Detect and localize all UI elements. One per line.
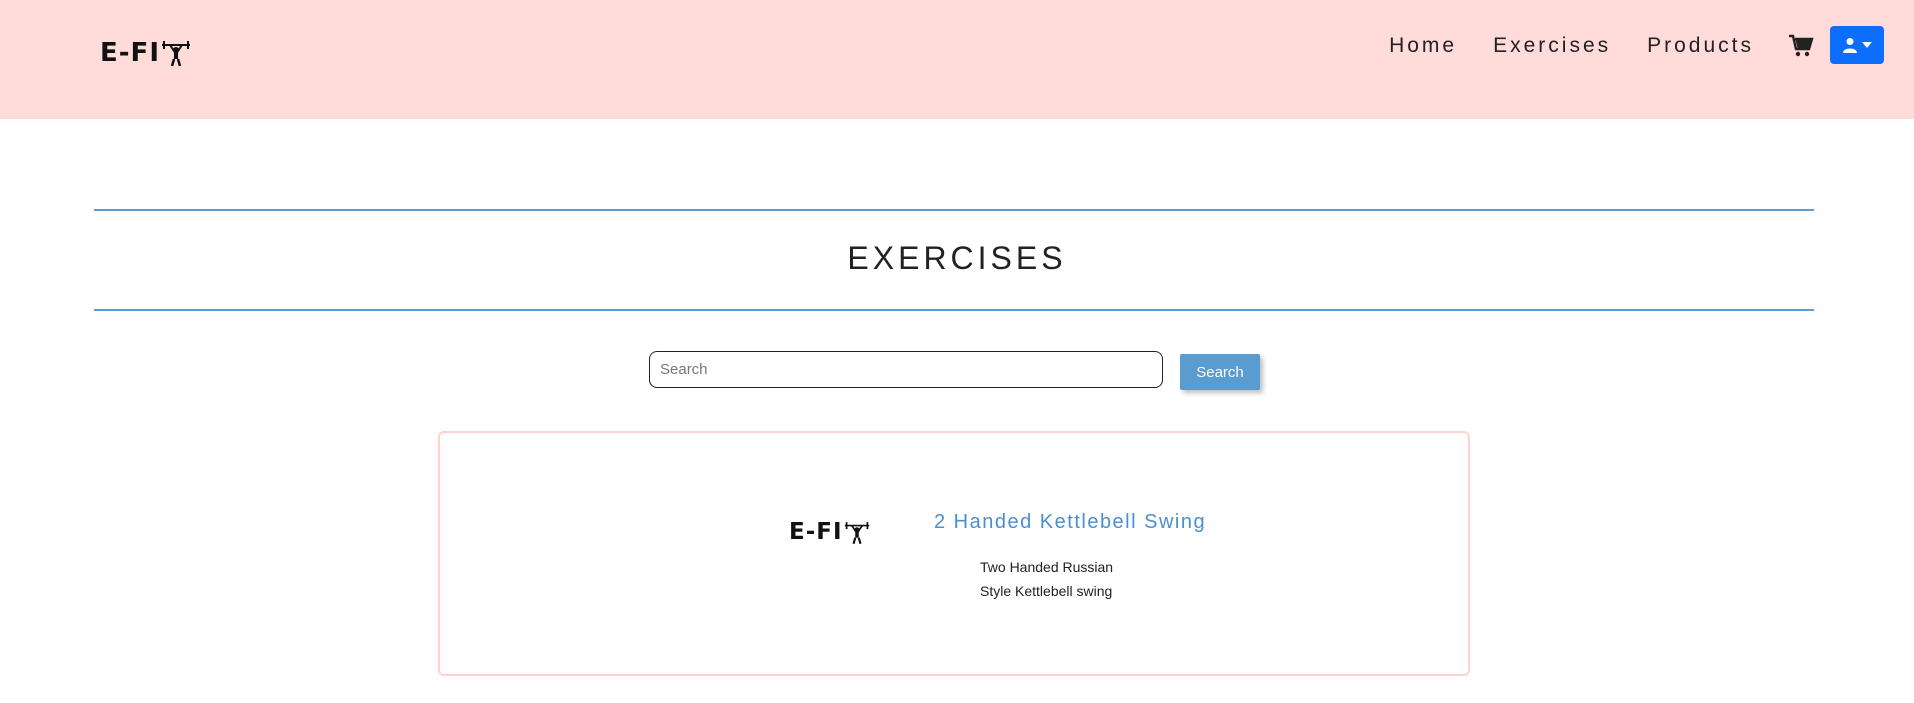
caret-down-icon — [1862, 42, 1872, 48]
user-menu-button[interactable] — [1830, 26, 1884, 64]
exercise-description: Two Handed Russian Style Kettlebell swin… — [980, 559, 1114, 599]
nav-exercises[interactable]: Exercises — [1493, 32, 1611, 60]
title-bottom-divider — [94, 309, 1814, 311]
search-button[interactable]: Search — [1180, 354, 1260, 390]
exercise-title-link[interactable]: 2 Handed Kettlebell Swing — [934, 511, 1206, 534]
exercise-card[interactable]: E-FI 2 Handed Kettlebell Swing Two Hande… — [438, 431, 1470, 676]
search-input[interactable] — [649, 351, 1163, 388]
navbar: E-FI Home Exercises Products — [0, 0, 1914, 119]
main-nav: Home Exercises Products — [1353, 32, 1754, 60]
exercise-logo-text: E-FI — [789, 519, 843, 545]
weightlifter-icon — [844, 521, 869, 544]
shopping-cart-icon[interactable] — [1788, 34, 1814, 58]
brand-logo[interactable]: E-FI — [100, 38, 191, 68]
page-title: EXERCISES — [847, 240, 1067, 276]
logo-text: E-FI — [100, 38, 160, 68]
nav-products[interactable]: Products — [1647, 32, 1754, 60]
exercise-logo: E-FI — [789, 517, 870, 547]
title-top-divider — [94, 209, 1814, 211]
weightlifter-icon — [162, 41, 190, 66]
nav-home[interactable]: Home — [1389, 32, 1457, 60]
user-icon — [1843, 38, 1857, 53]
